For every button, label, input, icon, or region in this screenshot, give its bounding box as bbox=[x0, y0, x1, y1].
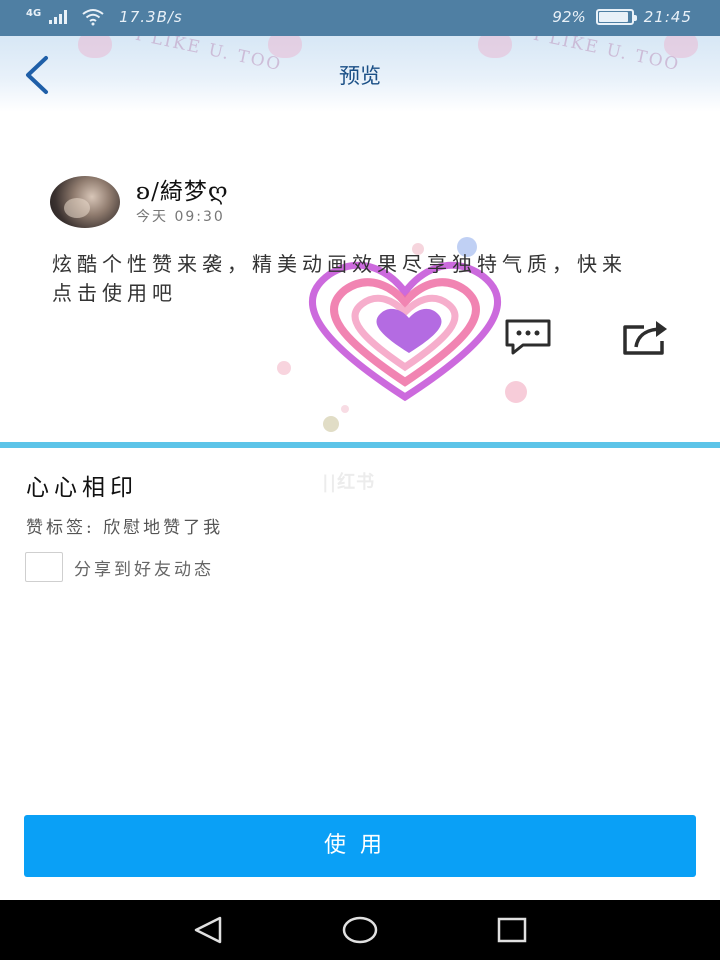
banner-cat-decoration bbox=[78, 36, 112, 58]
status-right: 92% 21:45 bbox=[552, 8, 692, 26]
share-button[interactable] bbox=[620, 317, 672, 359]
clock: 21:45 bbox=[643, 8, 692, 26]
post-time: 今天 09:30 bbox=[136, 209, 225, 225]
share-to-feed-checkbox[interactable] bbox=[25, 552, 63, 582]
like-tag-line: 赞标签: 欣慰地赞了我 bbox=[26, 518, 224, 538]
signal-icon bbox=[49, 10, 68, 24]
nav-home-button[interactable] bbox=[341, 914, 379, 946]
battery-icon bbox=[595, 9, 637, 25]
use-button[interactable]: 使用 bbox=[24, 815, 696, 877]
network-type: 4G bbox=[26, 7, 42, 19]
avatar bbox=[50, 176, 120, 228]
header: I LIKE U. TOO I LIKE U. TOO 预览 bbox=[0, 36, 720, 112]
divider bbox=[0, 442, 720, 448]
comment-icon bbox=[505, 319, 551, 355]
page-title: 预览 bbox=[339, 64, 381, 88]
status-left: 4G 17.3B/s bbox=[26, 7, 183, 27]
share-icon bbox=[623, 321, 667, 355]
username: ʚ/綺梦ღ bbox=[136, 179, 229, 205]
nav-back-button[interactable] bbox=[190, 914, 226, 946]
banner-cat-decoration bbox=[478, 36, 512, 58]
bubble-decoration bbox=[505, 381, 527, 403]
network-speed: 17.3B/s bbox=[119, 8, 183, 26]
navigation-bar bbox=[0, 900, 720, 960]
comment-button[interactable] bbox=[503, 317, 553, 357]
watermark: ||红书 bbox=[322, 472, 376, 493]
effect-name: 心心相印 bbox=[26, 475, 138, 501]
battery-level-fill bbox=[598, 12, 629, 22]
status-bar: 4G 17.3B/s 92% 21:45 bbox=[0, 0, 720, 36]
feed-post-preview: ʚ/綺梦ღ 今天 09:30 炫酷个性赞来袭，精美动画效果尽享独特气质，快来点击… bbox=[0, 112, 720, 442]
bubble-decoration bbox=[277, 361, 291, 375]
recents-square-icon bbox=[497, 917, 527, 943]
battery-percent: 92% bbox=[552, 8, 586, 26]
wifi-icon bbox=[82, 9, 104, 26]
share-to-feed-label: 分享到好友动态 bbox=[74, 560, 214, 580]
nav-recents-button[interactable] bbox=[494, 914, 530, 946]
home-circle-icon bbox=[342, 916, 378, 944]
bubble-decoration bbox=[323, 416, 339, 432]
post-content: 炫酷个性赞来袭，精美动画效果尽享独特气质，快来点击使用吧 bbox=[52, 252, 627, 305]
back-triangle-icon bbox=[194, 916, 222, 944]
bubble-decoration bbox=[341, 405, 349, 413]
